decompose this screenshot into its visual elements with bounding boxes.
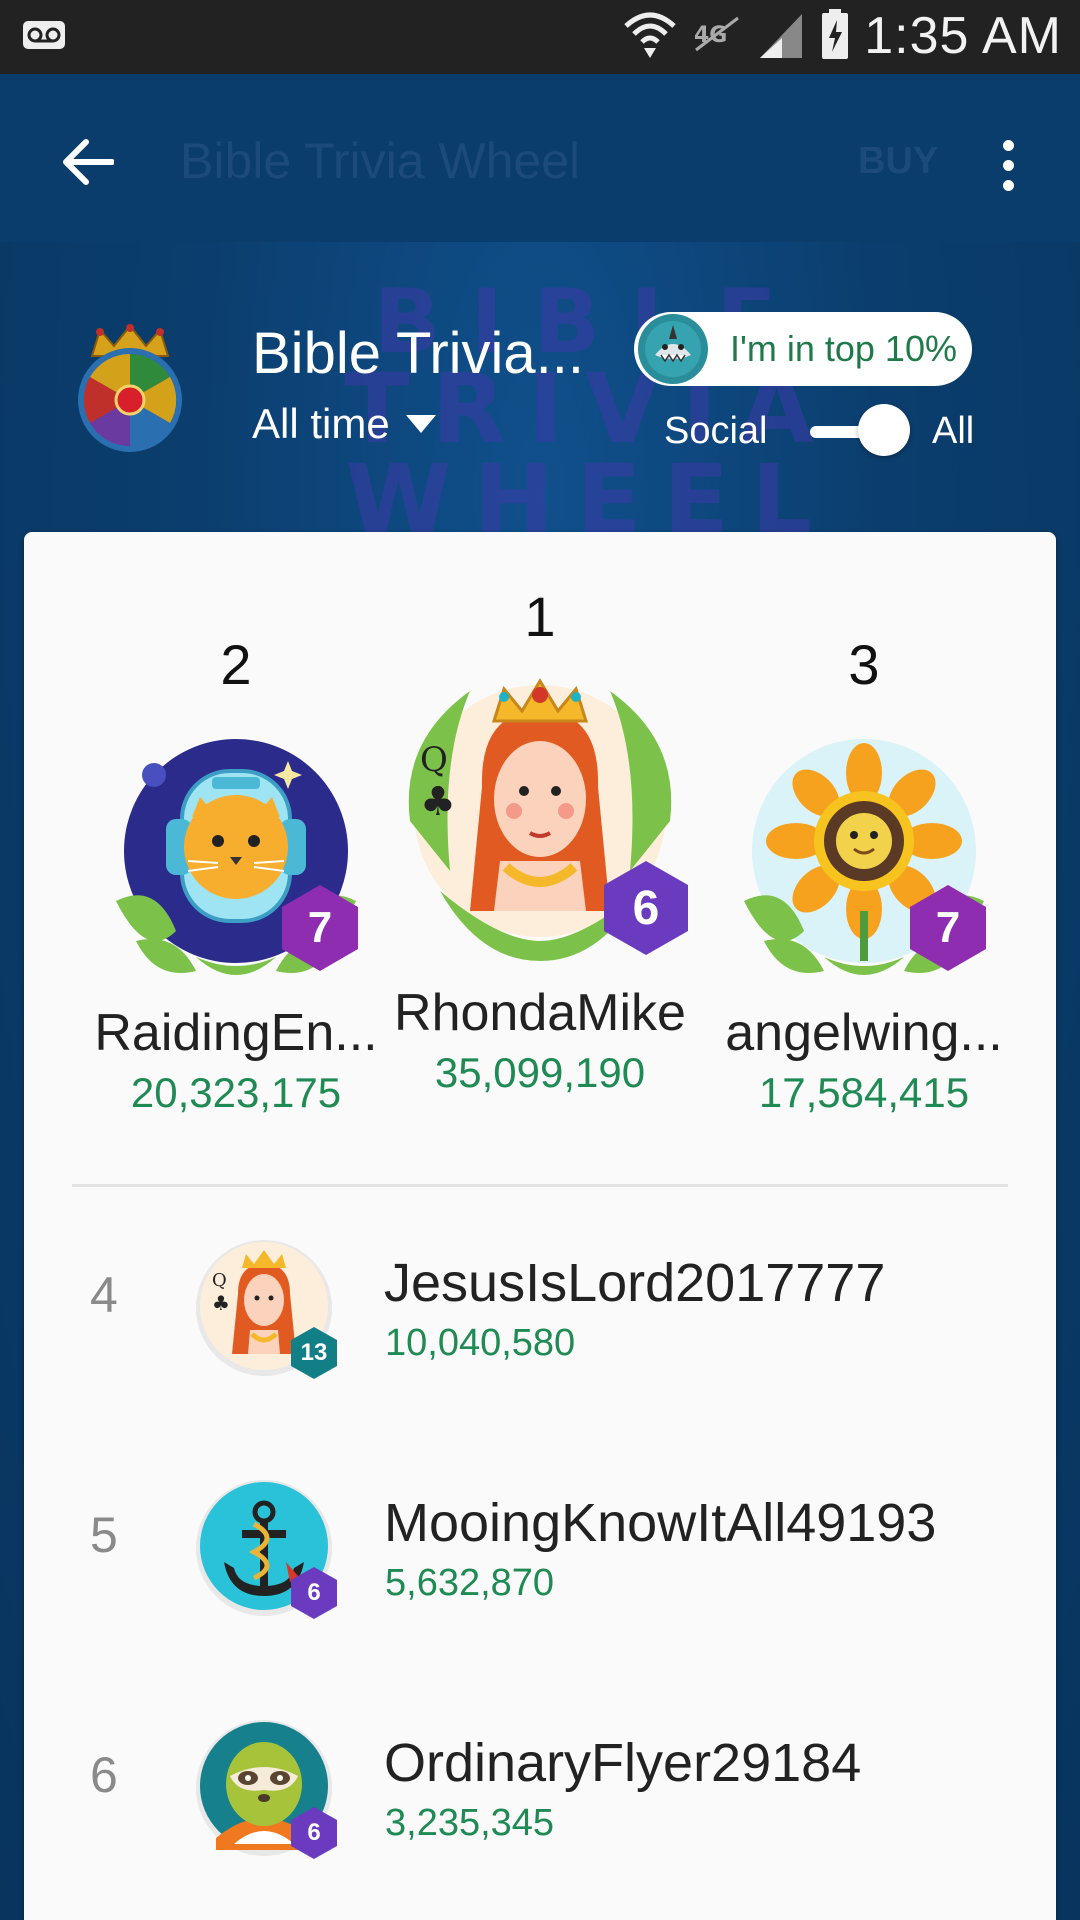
sloth-avatar: 6 xyxy=(194,1718,337,1859)
row-rank: 6 xyxy=(90,1747,118,1803)
period-label: All time xyxy=(252,400,390,447)
top-percent-text: I'm in top 10% xyxy=(730,328,957,369)
podium-entry-1[interactable]: 1 Q ♣ 6 RhondaMike 35,099,190 xyxy=(380,584,700,1097)
battery-icon xyxy=(820,8,850,65)
row-rank: 5 xyxy=(90,1507,118,1563)
podium: 2 7 RaidingEn... 20,323,175 1 Q ♣ 6 Rhon… xyxy=(24,532,1056,1172)
podium-entry-2[interactable]: 2 7 RaidingEn... 20,323,175 xyxy=(76,632,396,1117)
level-badge: 7 xyxy=(908,883,988,973)
toggle-thumb[interactable] xyxy=(858,404,910,456)
4g-lte-icon: 4G xyxy=(692,14,742,59)
level-badge: 13 xyxy=(290,1326,338,1380)
svg-text:4G: 4G xyxy=(694,23,727,48)
overflow-menu-button[interactable] xyxy=(984,128,1032,202)
leaderboard-row[interactable]: 6 6 OrdinaryFlyer29184 3,235,345 xyxy=(24,1672,1056,1912)
row-score: 3,235,345 xyxy=(385,1802,555,1844)
svg-text:♣: ♣ xyxy=(420,779,456,825)
arrow-left-icon xyxy=(63,139,114,185)
podium-score: 17,584,415 xyxy=(758,1069,970,1116)
app-bar: Bible Trivia Wheel BUY xyxy=(0,74,1080,242)
top-percent-badge[interactable]: I'm in top 10% xyxy=(634,312,972,386)
game-name: Bible Trivia... xyxy=(252,321,584,386)
buy-button[interactable]: BUY xyxy=(858,140,938,183)
leaderboard-row[interactable]: 4 Q ♣ 13 JesusIsLord2017777 10,040,580 xyxy=(24,1192,1056,1432)
scope-toggle[interactable]: Social All xyxy=(664,402,994,462)
podium-name: RaidingEn... xyxy=(94,1004,378,1062)
podium-rank: 3 xyxy=(848,633,880,696)
period-dropdown[interactable]: All time xyxy=(252,400,436,448)
row-username: JesusIsLord2017777 xyxy=(384,1253,886,1313)
podium-entry-3[interactable]: 3 7 angelwing... 17,584,415 xyxy=(704,632,1024,1117)
anchor-avatar: 6 xyxy=(194,1478,337,1619)
wifi-icon xyxy=(622,8,678,65)
podium-rank: 1 xyxy=(524,585,556,648)
status-time: 1:35 AM xyxy=(864,7,1062,65)
signal-icon xyxy=(756,8,806,65)
astronaut-cat-avatar: 7 xyxy=(96,731,376,991)
svg-text:Q: Q xyxy=(212,1270,227,1291)
row-username: MooingKnowItAll49193 xyxy=(384,1493,937,1553)
row-score: 5,632,870 xyxy=(385,1562,555,1604)
app-title: Bible Trivia Wheel xyxy=(180,133,581,189)
level-badge: 6 xyxy=(602,859,690,957)
leaderboard-row[interactable]: 5 6 MooingKnowItAll49193 5,632,870 xyxy=(24,1432,1056,1672)
status-bar: 4G 1:35 AM xyxy=(0,0,1080,74)
leaderboard-card: 2 7 RaidingEn... 20,323,175 1 Q ♣ 6 Rhon… xyxy=(24,532,1056,1920)
divider xyxy=(72,1184,1008,1187)
game-logo xyxy=(70,322,190,454)
dropdown-arrow-icon xyxy=(405,415,436,433)
svg-text:Q: Q xyxy=(420,740,448,780)
toggle-all-label: All xyxy=(932,410,975,452)
row-score: 10,040,580 xyxy=(385,1322,576,1364)
level-badge: 6 xyxy=(290,1566,338,1620)
shark-icon xyxy=(638,314,708,384)
podium-score: 20,323,175 xyxy=(130,1069,342,1116)
sunflower-avatar: 7 xyxy=(724,731,1004,991)
row-username: OrdinaryFlyer29184 xyxy=(384,1733,862,1793)
podium-name: angelwing... xyxy=(725,1004,1003,1062)
toggle-social-label: Social xyxy=(664,410,768,452)
podium-score: 35,099,190 xyxy=(434,1049,646,1096)
row-rank: 4 xyxy=(90,1267,118,1323)
back-button[interactable] xyxy=(48,122,128,202)
podium-name: RhondaMike xyxy=(394,984,686,1042)
voicemail-icon xyxy=(22,20,66,55)
svg-text:♣: ♣ xyxy=(212,1291,230,1315)
queen-of-clubs-avatar: Q ♣ 13 xyxy=(194,1238,337,1379)
podium-rank: 2 xyxy=(220,633,252,696)
queen-of-clubs-avatar: Q ♣ 6 xyxy=(380,671,700,971)
level-badge: 7 xyxy=(280,883,360,973)
level-badge: 6 xyxy=(290,1806,338,1860)
